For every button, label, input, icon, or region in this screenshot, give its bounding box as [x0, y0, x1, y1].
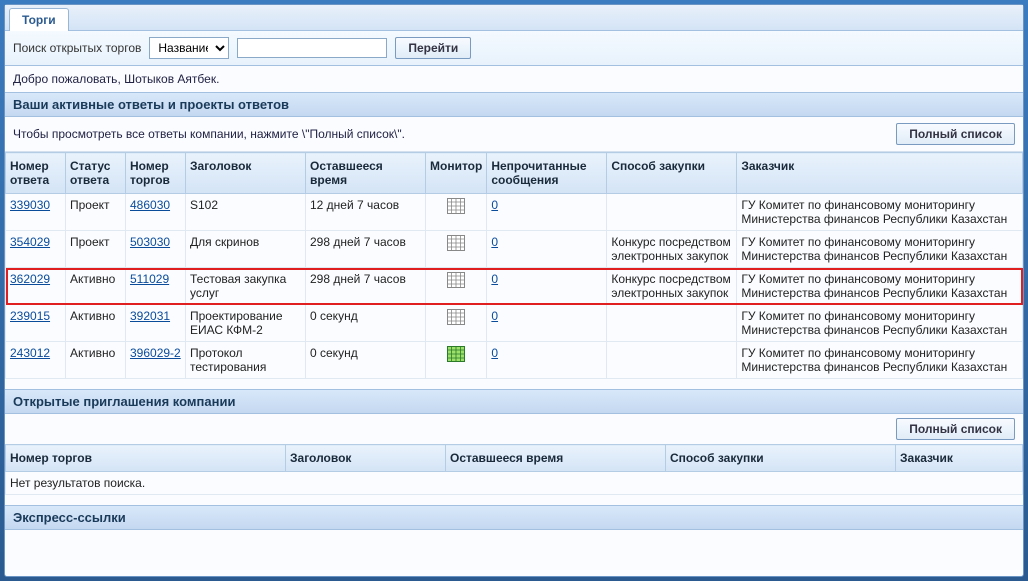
- col2-method: Способ закупки: [666, 445, 896, 472]
- method-cell: [607, 194, 737, 231]
- col2-time: Оставшееся время: [446, 445, 666, 472]
- table-row: 239015 Активно 392031 Проектирование ЕИАС К…: [6, 305, 1023, 342]
- col-title: Заголовок: [186, 153, 306, 194]
- status-cell: Проект: [66, 194, 126, 231]
- col-customer: Заказчик: [737, 153, 1023, 194]
- hint-text: Чтобы просмотреть все ответы компании, н…: [13, 127, 405, 141]
- time-cell: 12 дней 7 часов: [306, 194, 426, 231]
- title-cell: Протокол тестирования: [186, 342, 306, 379]
- col2-title: Заголовок: [286, 445, 446, 472]
- table-row: 243012 Активно 396029-2 Протокол тестирован…: [6, 342, 1023, 379]
- status-cell: Активно: [66, 342, 126, 379]
- unread-link[interactable]: 0: [491, 235, 498, 249]
- monitor-grid-icon[interactable]: [447, 346, 465, 362]
- search-field-select[interactable]: Название: [149, 37, 229, 59]
- col-time: Оставшееся время: [306, 153, 426, 194]
- title-cell: Проектирование ЕИАС КФМ-2: [186, 305, 306, 342]
- status-cell: Проект: [66, 231, 126, 268]
- method-cell: [607, 342, 737, 379]
- title-cell: S102: [186, 194, 306, 231]
- full-list-row-2: Полный список: [5, 414, 1023, 444]
- status-cell: Активно: [66, 305, 126, 342]
- auction-num-link[interactable]: 396029-2: [130, 346, 181, 360]
- response-num-link[interactable]: 354029: [10, 235, 50, 249]
- auction-num-link[interactable]: 486030: [130, 198, 170, 212]
- full-list-button-2[interactable]: Полный список: [896, 418, 1015, 440]
- welcome-text: Добро пожаловать, Шотыков Аятбек.: [5, 66, 1023, 92]
- time-cell: 0 секунд: [306, 342, 426, 379]
- auction-num-link[interactable]: 392031: [130, 309, 170, 323]
- customer-cell: ГУ Комитет по финансовому мониторингу Ми…: [737, 268, 1023, 305]
- auction-num-link[interactable]: 503030: [130, 235, 170, 249]
- search-label: Поиск открытых торгов: [13, 41, 141, 55]
- status-cell: Активно: [66, 268, 126, 305]
- search-input[interactable]: [237, 38, 387, 58]
- hint-row: Чтобы просмотреть все ответы компании, н…: [5, 117, 1023, 152]
- no-results-text: Нет результатов поиска.: [6, 472, 1023, 495]
- tab-torgi[interactable]: Торги: [9, 8, 69, 31]
- customer-cell: ГУ Комитет по финансовому мониторингу Ми…: [737, 194, 1023, 231]
- col-response-num: Номер ответа: [6, 153, 66, 194]
- monitor-grid-icon[interactable]: [447, 198, 465, 214]
- no-results-row: Нет результатов поиска.: [6, 472, 1023, 495]
- main-window: Торги Поиск открытых торгов Название Пер…: [4, 4, 1024, 577]
- col2-customer: Заказчик: [896, 445, 1023, 472]
- monitor-grid-icon[interactable]: [447, 309, 465, 325]
- invites-table: Номер торгов Заголовок Оставшееся время …: [5, 444, 1023, 495]
- customer-cell: ГУ Комитет по финансовому мониторингу Ми…: [737, 305, 1023, 342]
- responses-table: Номер ответа Статус ответа Номер торгов …: [5, 152, 1023, 379]
- auction-num-link[interactable]: 511029: [130, 272, 169, 286]
- col2-auction-num: Номер торгов: [6, 445, 286, 472]
- method-cell: Конкурс посредством электронных закупок: [607, 231, 737, 268]
- table-row: 362029 Активно 511029 Тестовая закупка услу…: [6, 268, 1023, 305]
- customer-cell: ГУ Комитет по финансовому мониторингу Ми…: [737, 342, 1023, 379]
- response-num-link[interactable]: 239015: [10, 309, 50, 323]
- unread-link[interactable]: 0: [491, 198, 498, 212]
- response-num-link[interactable]: 339030: [10, 198, 50, 212]
- method-cell: Конкурс посредством электронных закупок: [607, 268, 737, 305]
- full-list-button-1[interactable]: Полный список: [896, 123, 1015, 145]
- col-unread: Непрочитанные сообщения: [487, 153, 607, 194]
- tab-bar: Торги: [5, 5, 1023, 31]
- unread-link[interactable]: 0: [491, 272, 498, 286]
- col-auction-num: Номер торгов: [126, 153, 186, 194]
- title-cell: Тестовая закупка услуг: [186, 268, 306, 305]
- time-cell: 0 секунд: [306, 305, 426, 342]
- monitor-grid-icon[interactable]: [447, 272, 465, 288]
- customer-cell: ГУ Комитет по финансовому мониторингу Ми…: [737, 231, 1023, 268]
- time-cell: 298 дней 7 часов: [306, 231, 426, 268]
- section-open-invites: Открытые приглашения компании: [5, 389, 1023, 414]
- time-cell: 298 дней 7 часов: [306, 268, 426, 305]
- search-go-button[interactable]: Перейти: [395, 37, 471, 59]
- response-num-link[interactable]: 362029: [10, 272, 50, 286]
- col-method: Способ закупки: [607, 153, 737, 194]
- response-num-link[interactable]: 243012: [10, 346, 50, 360]
- table-row: 354029 Проект 503030 Для скринов298 дней 7 …: [6, 231, 1023, 268]
- unread-link[interactable]: 0: [491, 346, 498, 360]
- monitor-grid-icon[interactable]: [447, 235, 465, 251]
- method-cell: [607, 305, 737, 342]
- table-row: 339030 Проект 486030 S10212 дней 7 часов 0 ГУ…: [6, 194, 1023, 231]
- title-cell: Для скринов: [186, 231, 306, 268]
- col-monitor: Монитор: [426, 153, 487, 194]
- section-quick-links: Экспресс-ссылки: [5, 505, 1023, 530]
- unread-link[interactable]: 0: [491, 309, 498, 323]
- col-status: Статус ответа: [66, 153, 126, 194]
- section-active-responses: Ваши активные ответы и проекты ответов: [5, 92, 1023, 117]
- search-bar: Поиск открытых торгов Название Перейти: [5, 31, 1023, 66]
